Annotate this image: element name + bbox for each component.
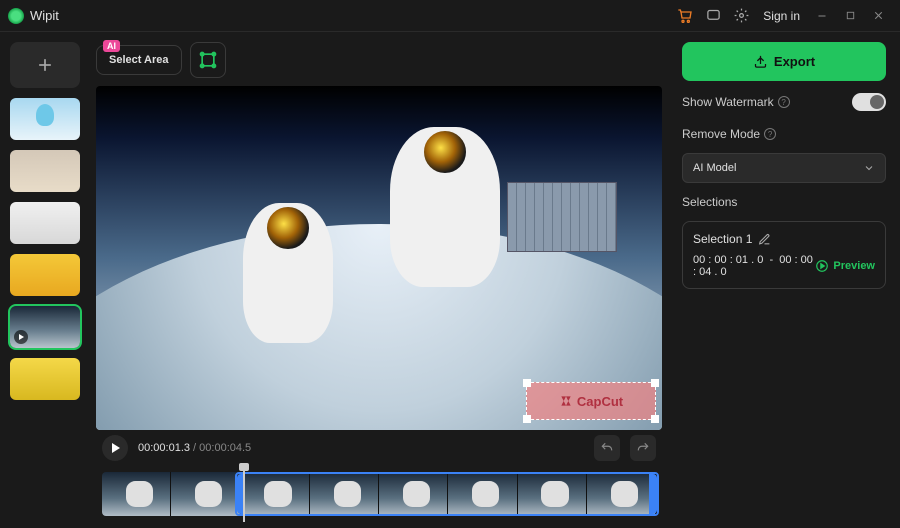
signin-link[interactable]: Sign in <box>763 9 800 23</box>
selection-name: Selection 1 <box>693 232 752 246</box>
close-button[interactable] <box>864 2 892 30</box>
timecode: 00:00:01.3 / 00:00:04.5 <box>138 442 251 454</box>
settings-panel: Export Show Watermark ? Remove Mode ? AI… <box>668 32 900 528</box>
feedback-icon[interactable] <box>699 2 727 30</box>
play-button[interactable] <box>102 435 128 461</box>
edit-icon[interactable] <box>758 233 771 246</box>
ai-badge: AI <box>103 40 120 52</box>
minimize-button[interactable] <box>808 2 836 30</box>
titlebar: Wipit Sign in <box>0 0 900 32</box>
media-thumb[interactable] <box>10 98 80 140</box>
selection-card: Selection 1 00 : 00 : 01 . 0 - 00 : 00 :… <box>682 221 886 289</box>
remove-mode-dropdown[interactable]: AI Model <box>682 153 886 183</box>
gear-icon[interactable] <box>727 2 755 30</box>
video-preview[interactable]: CapCut <box>96 86 662 430</box>
maximize-button[interactable] <box>836 2 864 30</box>
select-area-label: Select Area <box>109 54 169 66</box>
selections-label: Selections <box>682 195 886 209</box>
watermark-text: CapCut <box>527 383 655 419</box>
playhead[interactable] <box>243 466 245 522</box>
chevron-down-icon <box>863 162 875 174</box>
app-logo-icon <box>8 8 24 24</box>
timeline[interactable] <box>96 466 662 528</box>
media-thumb[interactable] <box>10 306 80 348</box>
media-thumb[interactable] <box>10 150 80 192</box>
watermark-selection-box[interactable]: CapCut <box>526 382 656 420</box>
media-thumb[interactable] <box>10 254 80 296</box>
add-media-button[interactable] <box>10 42 80 88</box>
play-overlay-icon <box>14 330 28 344</box>
show-watermark-toggle[interactable] <box>852 93 886 111</box>
undo-button[interactable] <box>594 435 620 461</box>
select-area-button[interactable]: AI Select Area <box>96 45 182 75</box>
preview-button[interactable]: Preview <box>815 259 875 273</box>
cart-icon[interactable] <box>671 2 699 30</box>
export-label: Export <box>774 54 815 69</box>
export-button[interactable]: Export <box>682 42 886 81</box>
remove-mode-value: AI Model <box>693 162 736 174</box>
info-icon[interactable]: ? <box>764 128 776 140</box>
media-sidebar <box>0 32 90 528</box>
info-icon[interactable]: ? <box>778 96 790 108</box>
show-watermark-label: Show Watermark ? <box>682 95 790 109</box>
redo-button[interactable] <box>630 435 656 461</box>
selection-time-range: 00 : 00 : 01 . 0 - 00 : 00 : 04 . 0 <box>693 254 815 278</box>
media-thumb[interactable] <box>10 358 80 400</box>
app-title: Wipit <box>30 8 59 23</box>
crop-button[interactable] <box>190 42 226 78</box>
remove-mode-label: Remove Mode ? <box>682 127 776 141</box>
media-thumb[interactable] <box>10 202 80 244</box>
